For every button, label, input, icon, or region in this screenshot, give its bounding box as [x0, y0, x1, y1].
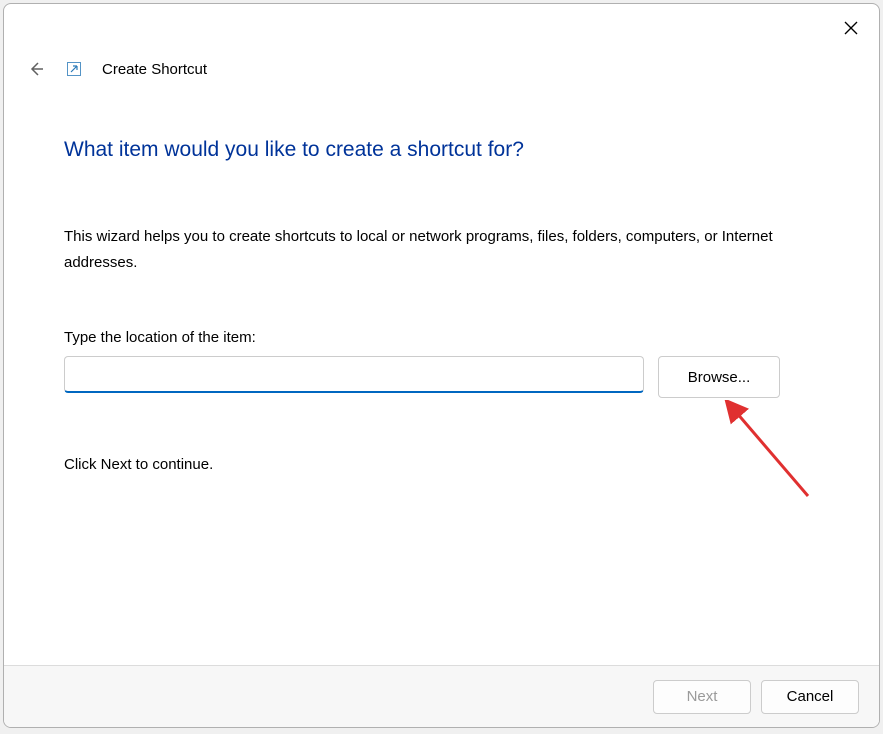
header-row: Create Shortcut — [4, 52, 879, 86]
location-input[interactable] — [64, 356, 644, 393]
browse-button[interactable]: Browse... — [658, 356, 780, 398]
create-shortcut-window: Create Shortcut What item would you like… — [3, 3, 880, 728]
location-label: Type the location of the item: — [64, 329, 819, 346]
shortcut-icon — [66, 61, 82, 77]
back-arrow-icon — [27, 60, 45, 78]
input-row: Browse... — [64, 356, 819, 398]
page-heading: What item would you like to create a sho… — [64, 138, 819, 162]
close-button[interactable] — [837, 14, 865, 42]
back-button[interactable] — [26, 59, 46, 79]
description-text: This wizard helps you to create shortcut… — [64, 224, 819, 275]
titlebar — [4, 4, 879, 52]
content-area: What item would you like to create a sho… — [4, 86, 879, 665]
continue-text: Click Next to continue. — [64, 456, 819, 473]
wizard-title: Create Shortcut — [102, 61, 207, 78]
cancel-button[interactable]: Cancel — [761, 680, 859, 714]
next-button[interactable]: Next — [653, 680, 751, 714]
close-icon — [844, 21, 858, 35]
footer: Next Cancel — [4, 665, 879, 727]
